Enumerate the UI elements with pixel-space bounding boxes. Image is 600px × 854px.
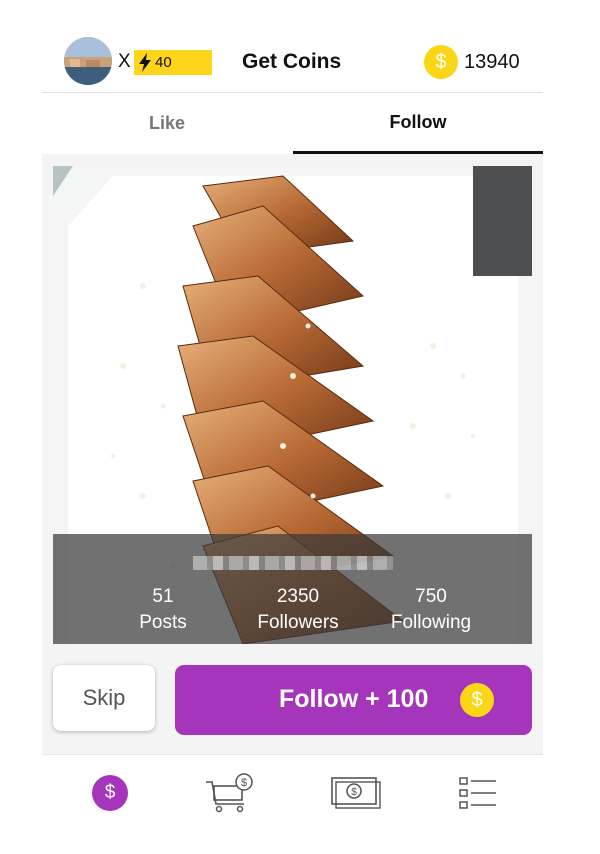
stat-posts-value: 51	[152, 586, 174, 607]
banknote-icon: $	[331, 777, 381, 809]
follow-button-label: Follow + 100	[279, 685, 429, 713]
nav-item-coins[interactable]: $	[80, 771, 140, 815]
stat-followers-label: Followers	[257, 612, 339, 633]
stat-following: 750 Following	[371, 584, 491, 636]
page-title: Get Coins	[242, 50, 342, 73]
stat-followers: 2350 Followers	[243, 584, 353, 636]
follow-button[interactable]: Follow + 100 $	[175, 665, 532, 735]
svg-text:$: $	[351, 787, 357, 798]
bottom-nav: $ $ $	[42, 754, 543, 824]
coin-icon: $	[424, 45, 458, 79]
nav-item-money[interactable]: $	[326, 771, 386, 815]
profile-stats-overlay: 51 Posts 2350 Followers 750 Following	[53, 534, 532, 644]
stat-posts: 51 Posts	[123, 584, 203, 636]
coin-balance: $ 13940	[424, 45, 520, 79]
skip-button[interactable]: Skip	[53, 665, 155, 731]
header-bar: X 40 Get Coins $ 13940	[42, 30, 543, 93]
stat-posts-label: Posts	[139, 612, 187, 633]
avatar-image	[64, 37, 112, 85]
coin-count: 13940	[464, 50, 520, 73]
svg-text:$: $	[241, 777, 247, 789]
app-screen: X 40 Get Coins $ 13940 Like Follow 51 Po…	[42, 30, 543, 824]
follow-content: 51 Posts 2350 Followers 750 Following Sk…	[42, 154, 543, 754]
coin-icon: $	[92, 775, 128, 811]
nav-item-list[interactable]	[448, 771, 508, 815]
tab-follow[interactable]: Follow	[293, 93, 543, 154]
energy-badge: 40	[134, 50, 212, 75]
stat-following-label: Following	[390, 612, 472, 633]
stat-followers-value: 2350	[276, 586, 320, 607]
shop-cart-icon: $	[206, 773, 253, 813]
lightning-icon	[139, 53, 151, 72]
stat-following-value: 750	[415, 586, 447, 607]
list-icon	[459, 777, 496, 809]
tab-like[interactable]: Like	[42, 93, 292, 154]
avatar[interactable]	[64, 37, 112, 85]
tab-bar: Like Follow	[42, 93, 543, 154]
multiplier-label: X	[118, 51, 131, 72]
profile-photo: 51 Posts 2350 Followers 750 Following	[53, 166, 532, 644]
nav-item-shop[interactable]: $	[202, 771, 262, 815]
coin-icon: $	[460, 683, 494, 717]
blurred-username	[193, 556, 393, 570]
energy-value: 40	[155, 54, 172, 71]
